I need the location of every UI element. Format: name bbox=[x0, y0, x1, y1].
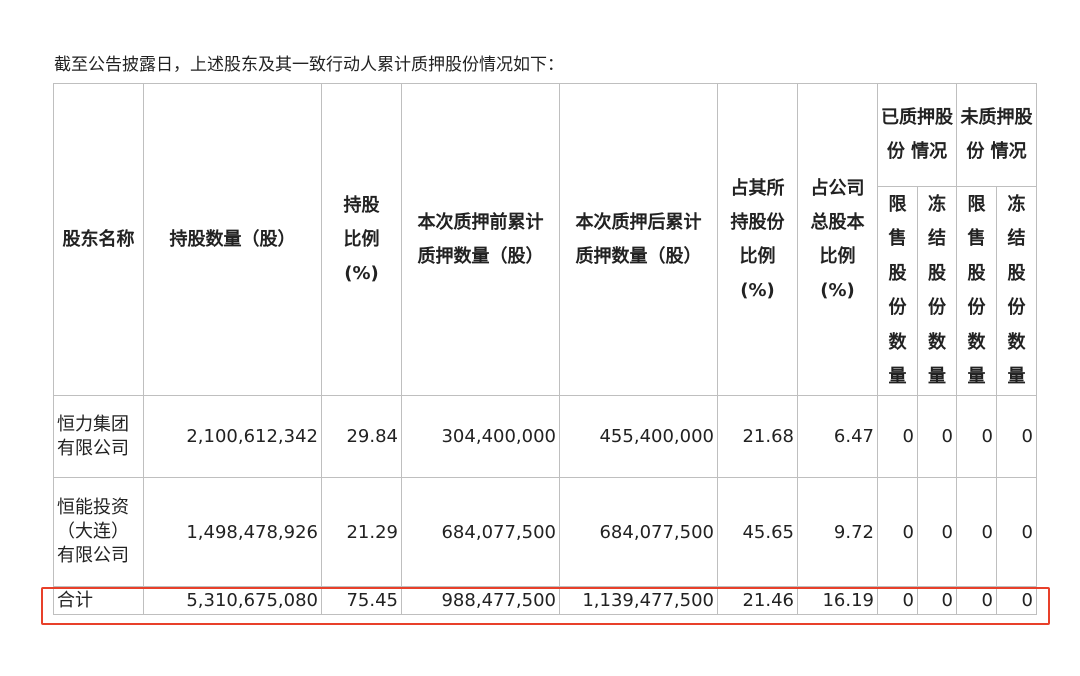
table-row: 恒力集团有限公司 2,100,612,342 29.84 304,400,000… bbox=[53, 395, 1037, 478]
header-unpledged-restricted: 限售股份数量 bbox=[956, 186, 997, 396]
cell-own-ratio: 21.46 bbox=[717, 586, 798, 615]
cell-after: 455,400,000 bbox=[559, 395, 718, 478]
header-shares: 持股数量（股） bbox=[143, 83, 322, 396]
cell-shares: 2,100,612,342 bbox=[143, 395, 322, 478]
cell-ratio: 21.29 bbox=[321, 477, 402, 587]
header-total-ratio: 占公司总股本比例 (%) bbox=[797, 83, 878, 396]
cell-u-restricted: 0 bbox=[956, 586, 997, 615]
header-own-ratio: 占其所持股份比例 (%) bbox=[717, 83, 798, 396]
cell-ratio: 29.84 bbox=[321, 395, 402, 478]
cell-shares: 5,310,675,080 bbox=[143, 586, 322, 615]
cell-u-restricted: 0 bbox=[956, 395, 997, 478]
cell-name: 合计 bbox=[53, 586, 144, 615]
cell-after: 1,139,477,500 bbox=[559, 586, 718, 615]
header-pledged-frozen: 冻结股份数量 bbox=[917, 186, 957, 396]
header-unpledged-frozen: 冻结股份数量 bbox=[996, 186, 1037, 396]
cell-p-restricted: 0 bbox=[877, 477, 918, 587]
header-pledged-restricted: 限售股份数量 bbox=[877, 186, 918, 396]
cell-u-restricted: 0 bbox=[956, 477, 997, 587]
table-row-total: 合计 5,310,675,080 75.45 988,477,500 1,139… bbox=[53, 586, 1037, 615]
table-row: 恒能投资（大连）有限公司 1,498,478,926 21.29 684,077… bbox=[53, 477, 1037, 587]
cell-own-ratio: 45.65 bbox=[717, 477, 798, 587]
header-before: 本次质押前累计质押数量（股） bbox=[401, 83, 560, 396]
cell-p-frozen: 0 bbox=[917, 586, 957, 615]
header-after: 本次质押后累计质押数量（股） bbox=[559, 83, 718, 396]
cell-u-frozen: 0 bbox=[996, 395, 1037, 478]
header-ratio: 持股 比例 (%) bbox=[321, 83, 402, 396]
cell-after: 684,077,500 bbox=[559, 477, 718, 587]
pledge-table: 股东名称 持股数量（股） 持股 比例 (%) 本次质押前累计质押数量（股） 本次… bbox=[53, 83, 1037, 615]
header-name: 股东名称 bbox=[53, 83, 144, 396]
cell-u-frozen: 0 bbox=[996, 477, 1037, 587]
cell-name: 恒能投资（大连）有限公司 bbox=[53, 477, 144, 587]
header-pledged-group: 已质押股份 情况 bbox=[877, 83, 957, 187]
cell-p-frozen: 0 bbox=[917, 395, 957, 478]
cell-p-restricted: 0 bbox=[877, 586, 918, 615]
cell-shares: 1,498,478,926 bbox=[143, 477, 322, 587]
cell-total-ratio: 9.72 bbox=[797, 477, 878, 587]
cell-u-frozen: 0 bbox=[996, 586, 1037, 615]
cell-ratio: 75.45 bbox=[321, 586, 402, 615]
intro-text: 截至公告披露日，上述股东及其一致行动人累计质押股份情况如下： bbox=[54, 55, 564, 75]
cell-own-ratio: 21.68 bbox=[717, 395, 798, 478]
cell-total-ratio: 16.19 bbox=[797, 586, 878, 615]
cell-name: 恒力集团有限公司 bbox=[53, 395, 144, 478]
header-unpledged-group: 未质押股份 情况 bbox=[956, 83, 1037, 187]
cell-p-frozen: 0 bbox=[917, 477, 957, 587]
cell-before: 988,477,500 bbox=[401, 586, 560, 615]
cell-total-ratio: 6.47 bbox=[797, 395, 878, 478]
cell-before: 684,077,500 bbox=[401, 477, 560, 587]
cell-before: 304,400,000 bbox=[401, 395, 560, 478]
cell-p-restricted: 0 bbox=[877, 395, 918, 478]
